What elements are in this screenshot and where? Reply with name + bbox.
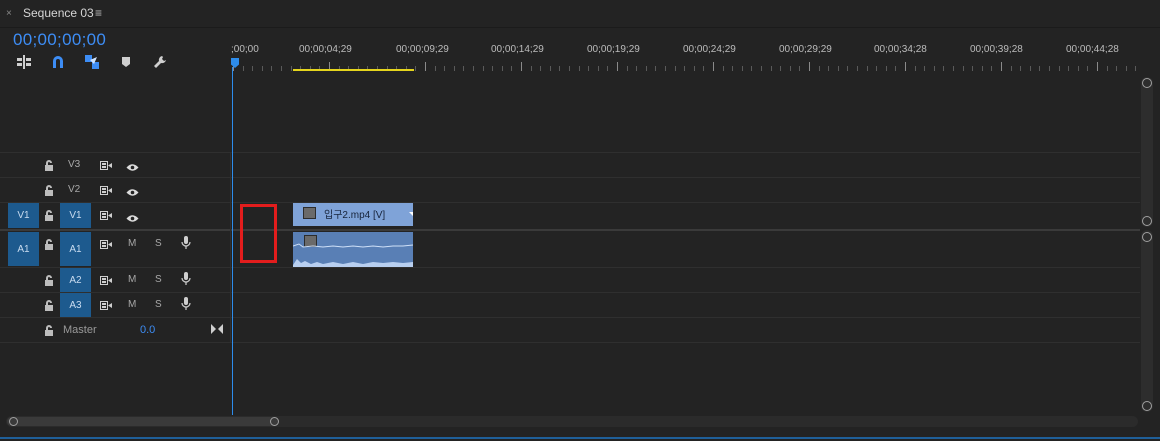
eye-icon[interactable] xyxy=(126,210,139,228)
work-area-bar[interactable] xyxy=(293,69,414,71)
playhead-timecode[interactable]: 00;00;00;00 xyxy=(13,30,106,50)
horizontal-scroll-thumb[interactable] xyxy=(7,417,279,426)
scroll-handle-icon[interactable] xyxy=(9,417,18,426)
microphone-icon[interactable] xyxy=(181,236,191,255)
track-target-a1[interactable]: A1 xyxy=(60,232,91,266)
ruler-label: 00;00;44;28 xyxy=(1066,44,1119,55)
lock-icon[interactable] xyxy=(44,183,54,201)
mute-button-a3[interactable]: M xyxy=(128,299,136,310)
ruler-label: 00;00;04;29 xyxy=(299,44,352,55)
master-track-label: Master xyxy=(63,324,97,336)
go-to-in-out-icon[interactable] xyxy=(211,321,223,339)
video-clip-name: 입구2.mp4 [V] xyxy=(324,210,386,221)
sync-lock-icon[interactable] xyxy=(100,298,113,316)
scroll-handle-icon[interactable] xyxy=(1142,232,1152,242)
source-patch-a1[interactable]: A1 xyxy=(8,232,39,266)
eye-icon[interactable] xyxy=(126,159,139,177)
eye-icon[interactable] xyxy=(126,184,139,202)
lock-icon[interactable] xyxy=(44,298,54,316)
ruler-label: 00;00;24;29 xyxy=(683,44,736,55)
lock-icon[interactable] xyxy=(44,273,54,291)
track-divider xyxy=(0,177,1140,178)
timeline-settings-wrench-icon[interactable] xyxy=(152,54,168,70)
solo-button-a2[interactable]: S xyxy=(155,274,162,285)
track-target-a2[interactable]: A2 xyxy=(60,268,91,292)
track-divider xyxy=(0,292,1140,293)
track-divider xyxy=(0,317,1140,318)
snap-magnet-icon[interactable] xyxy=(50,54,66,70)
video-audio-divider xyxy=(0,229,1140,231)
scroll-handle-icon[interactable] xyxy=(1142,216,1152,226)
playhead-line[interactable] xyxy=(232,67,233,415)
ruler-label: 00;00;19;29 xyxy=(587,44,640,55)
sync-lock-icon[interactable] xyxy=(100,273,113,291)
solo-button-a1[interactable]: S xyxy=(155,238,162,249)
track-divider xyxy=(0,342,1140,343)
panel-focus-bar xyxy=(0,437,1160,439)
ruler-label: 00;00;14;29 xyxy=(491,44,544,55)
ruler-label: ;00;00 xyxy=(231,44,259,55)
close-panel-button[interactable]: × xyxy=(6,8,12,19)
ruler-label: 00;00;29;29 xyxy=(779,44,832,55)
microphone-icon[interactable] xyxy=(181,297,191,316)
lock-icon[interactable] xyxy=(44,158,54,176)
ruler-label: 00;00;39;28 xyxy=(970,44,1023,55)
microphone-icon[interactable] xyxy=(181,272,191,291)
mute-button-a2[interactable]: M xyxy=(128,274,136,285)
fx-badge-icon xyxy=(303,207,316,219)
lock-icon[interactable] xyxy=(44,237,54,255)
sync-lock-icon[interactable] xyxy=(100,158,113,176)
highlight-box xyxy=(240,204,277,263)
sync-lock-icon[interactable] xyxy=(100,208,113,226)
ruler-label: 00;00;09;29 xyxy=(396,44,449,55)
track-divider xyxy=(0,152,1140,153)
sync-lock-icon[interactable] xyxy=(100,183,113,201)
add-marker-icon[interactable] xyxy=(118,54,134,70)
tab-divider xyxy=(0,27,1160,28)
track-target-v1[interactable]: V1 xyxy=(60,203,91,228)
track-divider xyxy=(0,267,1140,268)
master-volume-value[interactable]: 0.0 xyxy=(140,324,155,336)
lock-icon[interactable] xyxy=(44,208,54,226)
clip-end-corner-icon xyxy=(409,203,413,221)
track-divider xyxy=(0,202,1140,203)
panel-menu-icon[interactable]: ≡ xyxy=(95,6,102,20)
mute-button-a1[interactable]: M xyxy=(128,238,136,249)
lock-icon[interactable] xyxy=(44,323,54,341)
track-name-v3[interactable]: V3 xyxy=(68,159,80,170)
sync-lock-icon[interactable] xyxy=(100,237,113,255)
insert-sequence-nest-icon[interactable] xyxy=(16,54,32,70)
track-name-v2[interactable]: V2 xyxy=(68,184,80,195)
scroll-handle-icon[interactable] xyxy=(270,417,279,426)
scroll-handle-icon[interactable] xyxy=(1142,78,1152,88)
panel-header xyxy=(0,0,1160,28)
source-patch-v1[interactable]: V1 xyxy=(8,203,39,228)
header-divider xyxy=(230,152,231,343)
audio-vertical-scrollbar[interactable] xyxy=(1141,230,1153,412)
scroll-handle-icon[interactable] xyxy=(1142,401,1152,411)
ruler-label: 00;00;34;28 xyxy=(874,44,927,55)
audio-waveform xyxy=(293,243,413,267)
sequence-tab-title[interactable]: Sequence 03 xyxy=(23,6,94,20)
track-target-a3[interactable]: A3 xyxy=(60,293,91,317)
solo-button-a3[interactable]: S xyxy=(155,299,162,310)
video-vertical-scrollbar[interactable] xyxy=(1141,77,1153,227)
linked-selection-icon[interactable] xyxy=(84,54,100,70)
